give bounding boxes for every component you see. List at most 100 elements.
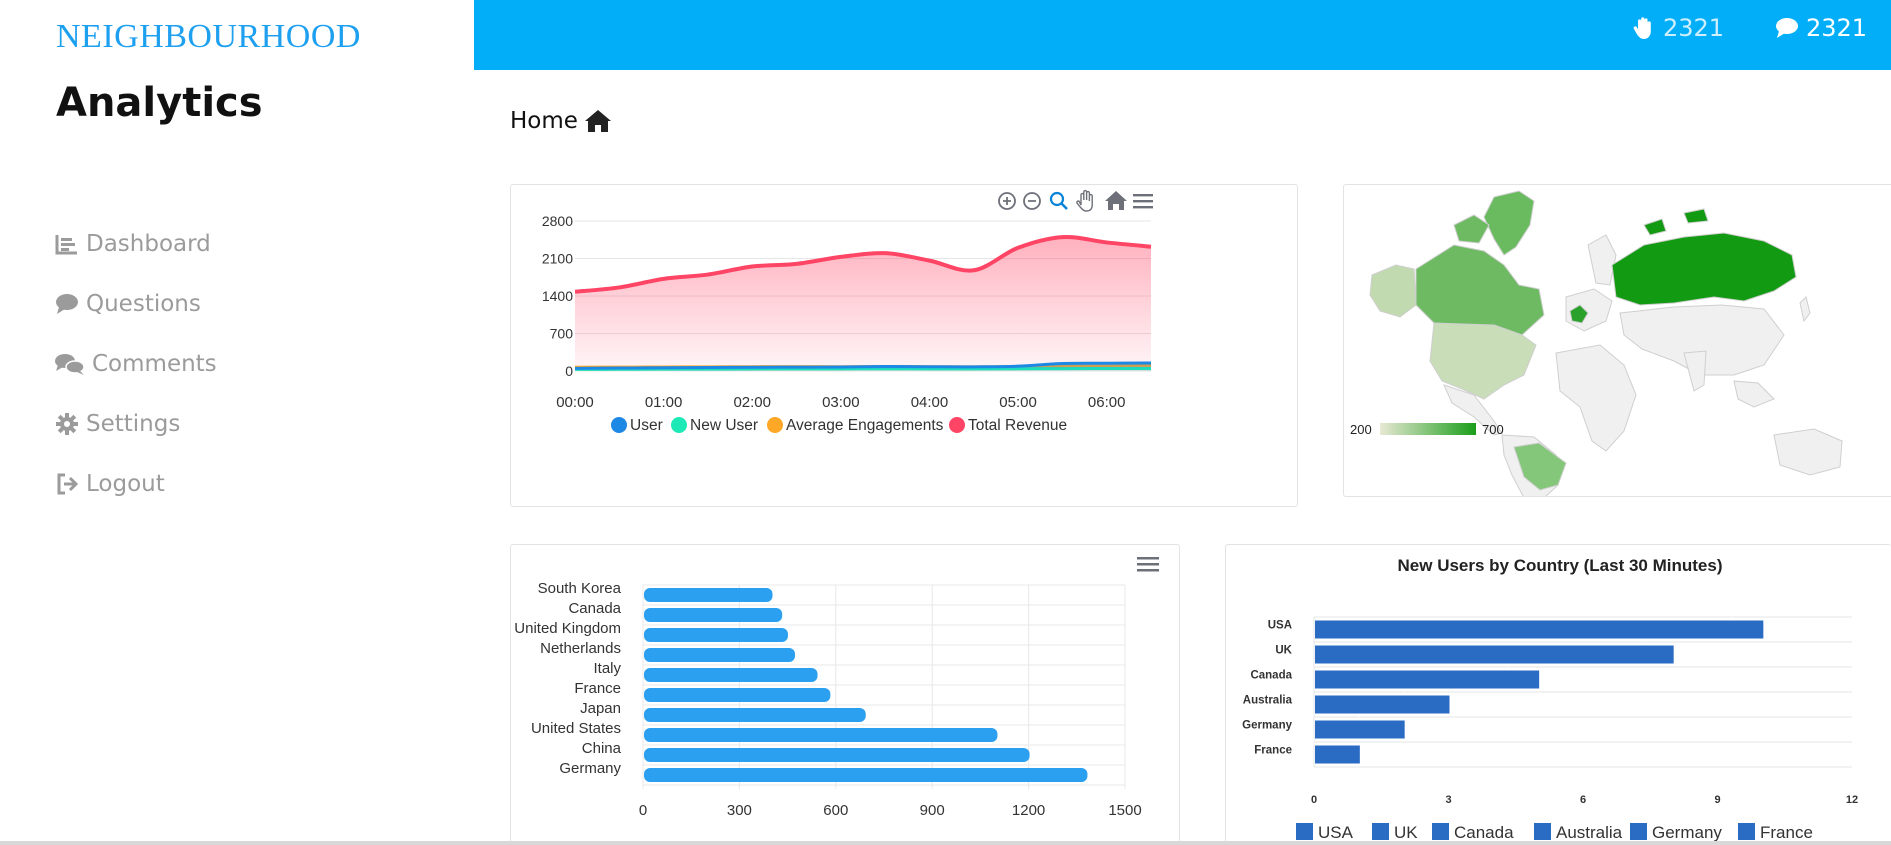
x-tick-label: 12 xyxy=(1846,794,1858,806)
comment-icon xyxy=(52,289,82,319)
reset-home-icon[interactable] xyxy=(1105,191,1127,210)
bar[interactable] xyxy=(644,748,1030,762)
bar[interactable] xyxy=(644,668,818,682)
category-label: Canada xyxy=(1250,670,1292,682)
category-label: France xyxy=(1254,745,1292,757)
legend-marker xyxy=(1372,823,1389,840)
bar[interactable] xyxy=(644,608,783,622)
category-label: United States xyxy=(531,720,621,737)
zoom-in-icon[interactable] xyxy=(998,192,1016,210)
hand-count: 2321 xyxy=(1663,14,1725,42)
map-legend-min: 200 xyxy=(1350,422,1372,437)
legend-item[interactable]: New User xyxy=(671,417,758,434)
bar[interactable] xyxy=(644,648,796,662)
sidebar-item-comments[interactable]: Comments xyxy=(52,334,217,394)
bar[interactable] xyxy=(644,708,866,722)
area-chart-card: 2800 2100 1400 700 0 00:00 01:00 02:00 03:00 04:… xyxy=(510,184,1298,507)
legend-marker xyxy=(1432,823,1449,840)
bar[interactable] xyxy=(1315,720,1405,739)
legend-item[interactable]: Canada xyxy=(1432,823,1514,842)
bar[interactable] xyxy=(1315,645,1674,664)
logout-icon xyxy=(52,469,82,499)
category-label: South Korea xyxy=(538,580,622,597)
pan-icon[interactable] xyxy=(1076,189,1093,212)
chart-icon xyxy=(52,229,82,259)
category-label: France xyxy=(574,680,621,697)
x-tick-label: 3 xyxy=(1445,794,1451,806)
sidebar-item-settings[interactable]: Settings xyxy=(52,394,217,454)
legend-label: France xyxy=(1760,823,1813,842)
legend-label: Average Engagements xyxy=(786,417,944,434)
area-chart-x-axis: 00:00 01:00 02:00 03:00 04:00 05:00 06:00 xyxy=(556,394,1125,411)
map-legend: 200 700 xyxy=(1350,422,1504,437)
area-chart-legend: User New User Average Engagements Total Rev… xyxy=(611,417,1067,434)
category-label: Netherlands xyxy=(540,640,621,657)
bar[interactable] xyxy=(644,628,788,642)
legend-item[interactable]: Germany xyxy=(1630,823,1722,842)
category-label: China xyxy=(582,740,622,757)
sidebar-item-questions[interactable]: Questions xyxy=(52,274,217,334)
legend-item[interactable]: Australia xyxy=(1534,823,1623,842)
map-region-russia xyxy=(1611,232,1797,306)
legend-item[interactable]: User xyxy=(611,417,663,434)
category-label: USA xyxy=(1268,620,1292,632)
legend-item[interactable]: UK xyxy=(1372,823,1418,842)
legend-item[interactable]: USA xyxy=(1296,823,1354,842)
category-label: Italy xyxy=(593,660,621,677)
zoom-out-icon[interactable] xyxy=(1023,192,1041,210)
world-map[interactable]: 200 700 xyxy=(1344,185,1891,497)
map-region-greenland xyxy=(1483,190,1535,256)
sidebar-item-label: Logout xyxy=(86,471,165,497)
menu-icon[interactable] xyxy=(1133,194,1153,209)
x-tick-label: 03:00 xyxy=(822,394,860,411)
bar[interactable] xyxy=(644,588,773,602)
x-tick-label: 04:00 xyxy=(911,394,949,411)
legend-item[interactable]: France xyxy=(1738,823,1813,842)
legend-label: Total Revenue xyxy=(968,417,1067,434)
x-tick-label: 01:00 xyxy=(645,394,683,411)
sidebar-item-label: Questions xyxy=(86,291,201,317)
sidebar-item-logout[interactable]: Logout xyxy=(52,454,217,514)
map-region-canada xyxy=(1415,244,1545,336)
bar[interactable] xyxy=(644,688,831,702)
bar[interactable] xyxy=(644,768,1088,782)
hand-stat[interactable]: 2321 xyxy=(1631,14,1724,42)
country-bar-chart: South Korea Canada United Kingdom Netherlan… xyxy=(514,557,1159,819)
legend-item[interactable]: Average Engagements xyxy=(767,417,944,434)
x-tick-label: 600 xyxy=(823,802,848,819)
zoom-selection-icon[interactable] xyxy=(1049,191,1068,210)
world-map-card: 200 700 xyxy=(1343,184,1891,497)
bar[interactable] xyxy=(1315,745,1360,764)
legend-marker xyxy=(767,417,783,433)
x-tick-label: 9 xyxy=(1714,794,1720,806)
legend-marker xyxy=(671,417,687,433)
y-tick-label: 0 xyxy=(565,363,573,379)
bar[interactable] xyxy=(644,728,998,742)
legend-label: UK xyxy=(1394,823,1418,842)
bar[interactable] xyxy=(1315,695,1450,714)
legend-label: New User xyxy=(690,417,758,434)
menu-icon[interactable] xyxy=(1137,557,1159,572)
map-legend-scale xyxy=(1380,423,1476,435)
series-area xyxy=(575,236,1151,371)
breadcrumb[interactable]: Home xyxy=(510,108,612,134)
comment-count: 2321 xyxy=(1806,14,1868,42)
sidebar-item-dashboard[interactable]: Dashboard xyxy=(52,214,217,274)
brand-logo-text[interactable]: NEIGHBOURHOOD xyxy=(56,18,361,56)
area-chart: 2800 2100 1400 700 0 00:00 01:00 02:00 03:00 04:… xyxy=(542,189,1153,434)
comment-icon xyxy=(1774,16,1800,40)
x-tick-label: 05:00 xyxy=(999,394,1037,411)
legend-item[interactable]: Total Revenue xyxy=(949,417,1067,434)
legend-marker xyxy=(1630,823,1647,840)
area-chart-series xyxy=(574,234,1152,371)
bar[interactable] xyxy=(1315,670,1540,689)
page-bottom-border xyxy=(0,841,1891,845)
app-title: Analytics xyxy=(56,80,263,126)
legend-marker xyxy=(611,417,627,433)
comment-stat[interactable]: 2321 xyxy=(1774,14,1867,42)
category-label: Japan xyxy=(580,700,621,717)
y-tick-label: 2800 xyxy=(542,213,573,229)
bar[interactable] xyxy=(1315,620,1764,639)
y-tick-label: 2100 xyxy=(542,251,573,267)
legend-label: Australia xyxy=(1556,823,1623,842)
